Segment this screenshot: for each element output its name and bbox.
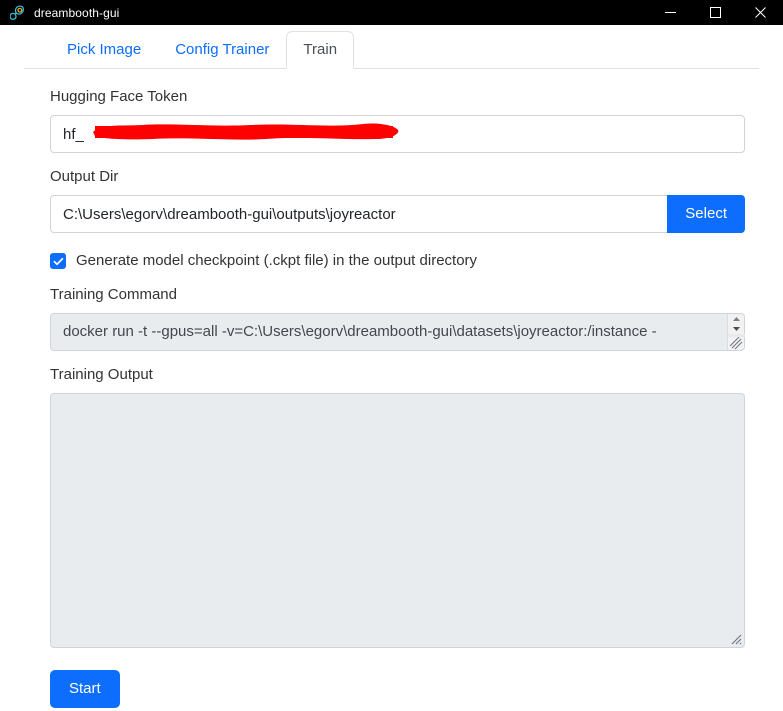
train-panel: Hugging Face Token Output Dir Select Gen…: [0, 69, 783, 708]
hugging-face-token-label: Hugging Face Token: [50, 88, 188, 105]
tab-train[interactable]: Train: [286, 31, 355, 69]
app-icon: [5, 0, 29, 25]
training-command-field: docker run -t --gpus=all -v=C:\Users\ego…: [50, 313, 745, 351]
training-output-field: [50, 393, 745, 648]
close-icon[interactable]: [738, 0, 783, 25]
output-dir-label: Output Dir: [50, 168, 119, 185]
tab-config-trainer[interactable]: Config Trainer: [158, 31, 286, 69]
window-controls: [648, 0, 783, 25]
window-title: dreambooth-gui: [34, 5, 120, 20]
training-output-label: Training Output: [50, 366, 153, 383]
resize-grip-icon[interactable]: [729, 337, 743, 350]
generate-checkpoint-checkbox[interactable]: [50, 253, 66, 269]
scroll-down-icon[interactable]: [728, 324, 745, 334]
select-button[interactable]: Select: [667, 195, 745, 233]
window-titlebar: dreambooth-gui: [0, 0, 783, 25]
training-command-textarea[interactable]: docker run -t --gpus=all -v=C:\Users\ego…: [50, 313, 745, 351]
output-dir-input[interactable]: [50, 195, 668, 233]
tab-pick-image[interactable]: Pick Image: [50, 31, 158, 69]
tab-bar: Pick Image Config Trainer Train: [0, 25, 783, 69]
check-icon: [53, 257, 63, 265]
maximize-icon[interactable]: [693, 0, 738, 25]
minimize-icon[interactable]: [648, 0, 693, 25]
output-dir-group: Select: [50, 195, 745, 233]
hugging-face-token-field: [50, 115, 745, 153]
scroll-up-icon[interactable]: [728, 314, 745, 324]
generate-checkpoint-row[interactable]: Generate model checkpoint (.ckpt file) i…: [50, 251, 745, 271]
training-command-label: Training Command: [50, 286, 177, 303]
training-command-scrollbar[interactable]: [727, 314, 745, 350]
hugging-face-token-input[interactable]: [50, 115, 745, 153]
start-button[interactable]: Start: [50, 670, 120, 708]
generate-checkpoint-label: Generate model checkpoint (.ckpt file) i…: [76, 252, 478, 269]
training-output-textarea[interactable]: [50, 393, 745, 648]
